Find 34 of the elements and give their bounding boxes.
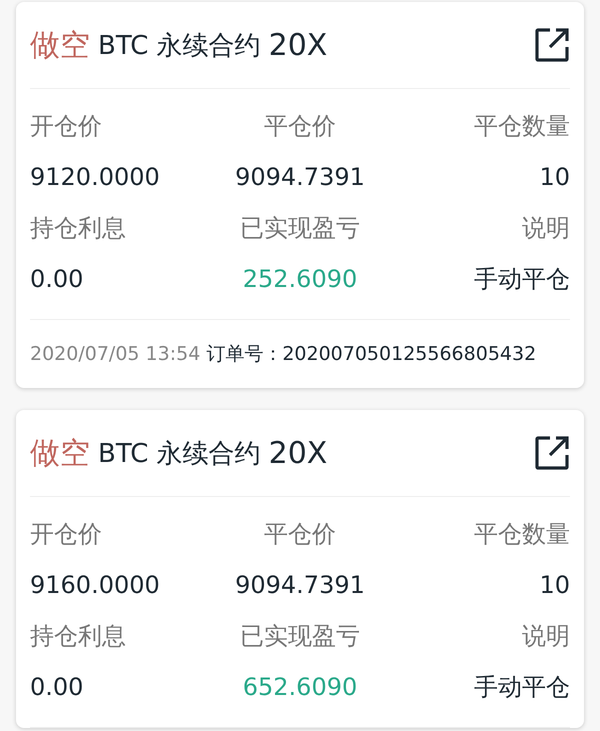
field-value: 9094.7391 [234, 162, 366, 193]
timestamp: 2020/07/05 13:54 [30, 343, 200, 365]
field-value: 手动平仓 [473, 672, 570, 703]
share-icon[interactable] [534, 27, 570, 63]
field-label: 开仓价 [30, 519, 103, 550]
field-label: 说明 [521, 621, 570, 652]
leverage-label: 20X [268, 436, 328, 470]
field-label: 平仓价 [263, 111, 337, 142]
field-value: 0.00 [30, 264, 84, 295]
field-value: 10 [538, 162, 570, 193]
share-icon[interactable] [534, 435, 570, 471]
field-value: 10 [538, 570, 570, 601]
contract-name: BTC 永续合约 [98, 438, 261, 470]
field-label: 平仓价 [263, 519, 337, 550]
field-label: 平仓数量 [473, 519, 570, 550]
side-label: 做空 [30, 434, 90, 472]
side-label: 做空 [30, 26, 90, 64]
field-value: 手动平仓 [473, 264, 570, 295]
field-value: 9160.0000 [30, 570, 161, 601]
field-value: 652.6090 [242, 672, 358, 703]
field-label: 说明 [521, 213, 570, 244]
field-label: 持仓利息 [30, 213, 127, 244]
field-value: 9094.7391 [234, 570, 366, 601]
field-label: 已实现盈亏 [239, 213, 361, 244]
field-value: 9120.0000 [30, 162, 161, 193]
order-number: 订单号：202007050125566805432 [206, 342, 536, 367]
field-label: 开仓价 [30, 111, 103, 142]
field-label: 平仓数量 [473, 111, 570, 142]
field-value: 252.6090 [242, 264, 358, 295]
contract-name: BTC 永续合约 [98, 30, 261, 62]
field-value: 0.00 [30, 672, 84, 703]
field-label: 持仓利息 [30, 621, 127, 652]
field-label: 已实现盈亏 [239, 621, 361, 652]
leverage-label: 20X [268, 28, 328, 62]
